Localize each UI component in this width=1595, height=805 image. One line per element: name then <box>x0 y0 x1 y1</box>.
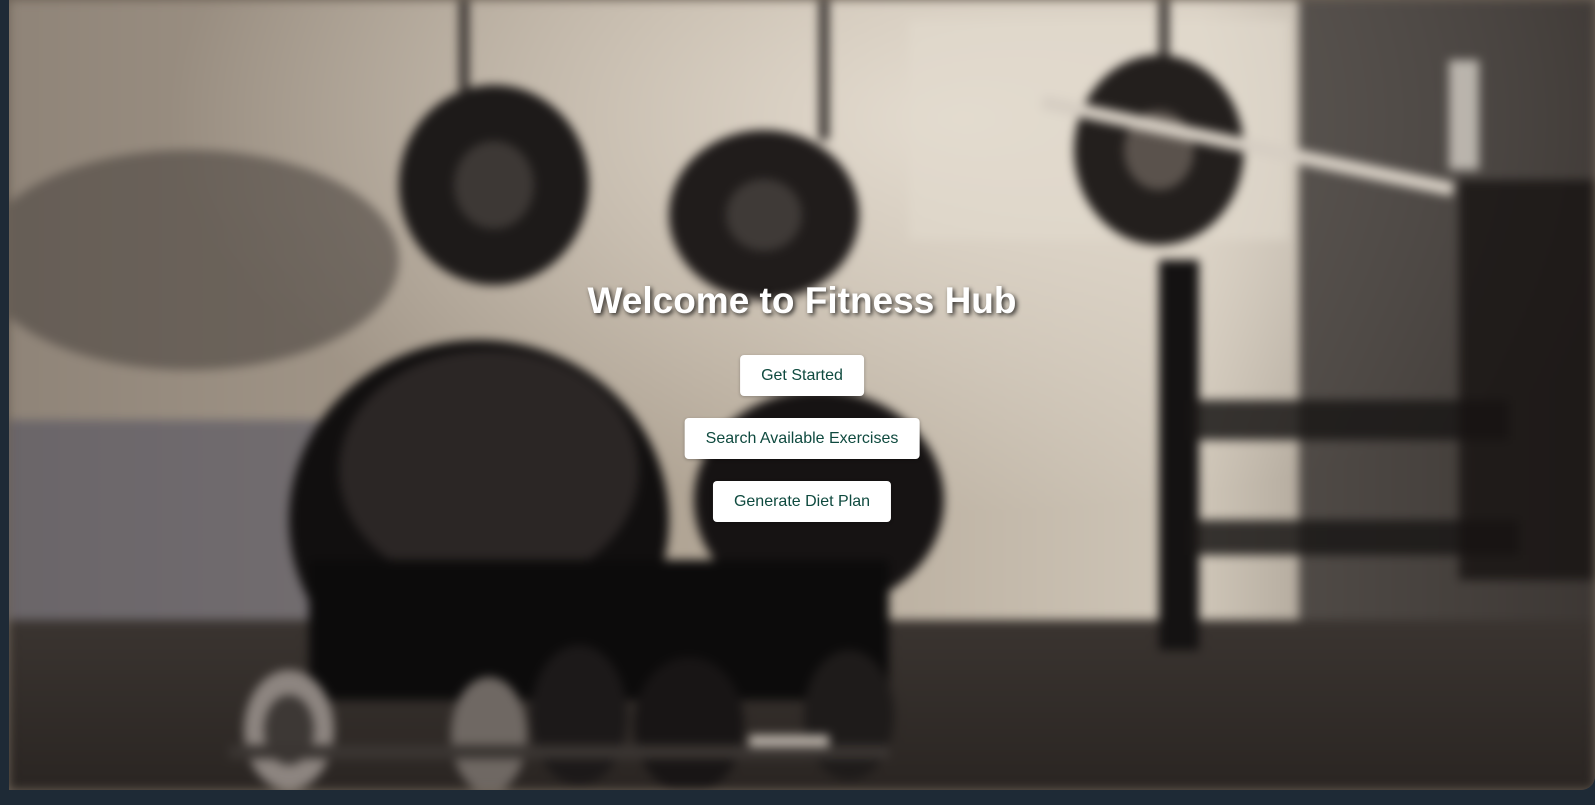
hero-section: Welcome to Fitness Hub Get Started Searc… <box>9 0 1595 790</box>
search-exercises-button[interactable]: Search Available Exercises <box>684 418 920 459</box>
hero-content: Welcome to Fitness Hub Get Started Searc… <box>9 0 1595 790</box>
page-title: Welcome to Fitness Hub <box>587 280 1017 321</box>
generate-diet-plan-button[interactable]: Generate Diet Plan <box>712 481 892 522</box>
get-started-button[interactable]: Get Started <box>740 355 864 396</box>
window-frame: Welcome to Fitness Hub Get Started Searc… <box>0 0 1595 805</box>
